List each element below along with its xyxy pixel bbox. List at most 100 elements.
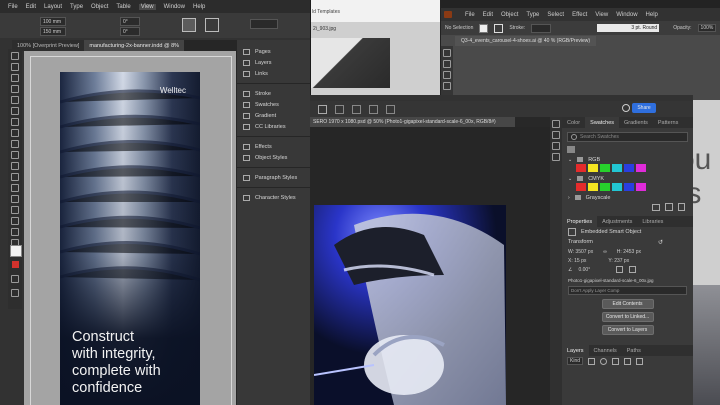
ps-align-center-icon[interactable]	[352, 104, 361, 114]
panel-swatches[interactable]: Swatches	[237, 99, 310, 110]
photoshop-window[interactable]: Share SERO 1970 x 1080.psd @ 50% (Photo1…	[310, 95, 693, 405]
illustrator-doc-tab[interactable]: Q3-4_events_carousel-4-shoes.ai @ 40 % (…	[455, 36, 597, 46]
ai-menu-select[interactable]: Select	[547, 12, 564, 18]
ps-rgb-swatch-blue[interactable]	[624, 164, 634, 172]
ps-tab-gradients[interactable]: Gradients	[619, 117, 653, 128]
ai-stroke-field[interactable]	[531, 23, 552, 33]
panel-pages[interactable]: Pages	[237, 46, 310, 57]
ps-kind-filter[interactable]: Kind	[567, 357, 584, 365]
id-menu-edit[interactable]: Edit	[26, 4, 36, 10]
ai-direct-select-tool-icon[interactable]	[443, 60, 451, 68]
ai-menu-file[interactable]: File	[465, 12, 475, 18]
ps-flip-h-icon[interactable]	[616, 266, 624, 273]
id-x-field-box[interactable]: 100 mm	[40, 17, 66, 26]
id-menu-object[interactable]: Object	[91, 4, 108, 10]
id-line-tool-icon[interactable]	[11, 118, 19, 126]
ps-rgb-swatch-yellow[interactable]	[588, 164, 598, 172]
ps-cmyk-swatch-red[interactable]	[576, 183, 586, 191]
panel-object-styles[interactable]: Object Styles	[237, 152, 310, 163]
panel-paragraph-styles[interactable]: Paragraph Styles	[237, 172, 310, 183]
ai-menu-window[interactable]: Window	[616, 12, 637, 18]
panel-layers[interactable]: Layers	[237, 57, 310, 68]
id-swap-stroke-icon[interactable]	[12, 261, 19, 268]
id-eyedropper-tool-icon[interactable]	[11, 217, 19, 225]
ps-color-icon[interactable]	[552, 131, 560, 139]
ps-tab-color[interactable]: Color	[562, 117, 585, 128]
ai-pen-tool-icon[interactable]	[443, 71, 451, 79]
ps-group-cmyk[interactable]: ⌄ CMYK	[562, 174, 693, 183]
ps-group-rgb[interactable]: ⌄ RGB	[562, 155, 693, 164]
ai-selection-tool-icon[interactable]	[443, 49, 451, 57]
id-type-tool-icon[interactable]	[11, 107, 19, 115]
ps-cmyk-swatch-cyan[interactable]	[612, 183, 622, 191]
ps-swatches-icon[interactable]	[552, 142, 560, 150]
ps-filter-adjust-icon[interactable]	[600, 357, 608, 365]
illustrator-window[interactable]: File Edit Object Type Select Effect View…	[440, 8, 720, 100]
ps-recent-swatch[interactable]	[567, 146, 575, 153]
ps-distribute-icon[interactable]	[386, 104, 395, 114]
ps-swatch-search[interactable]: Search Swatches	[567, 132, 688, 142]
ps-new-swatch-icon[interactable]	[665, 203, 673, 211]
id-menu-table[interactable]: Table	[116, 4, 130, 10]
ps-filter-smart-icon[interactable]	[636, 357, 644, 365]
photoshop-doc-tab[interactable]: SERO 1970 x 1080.psd @ 50% (Photo1-gigap…	[310, 117, 515, 127]
ps-w-field[interactable]: W: 3507 px	[568, 249, 593, 255]
ps-cmyk-swatch-yellow[interactable]	[588, 183, 598, 191]
ps-x-field[interactable]: X: 15 px	[568, 258, 586, 264]
ps-filter-pixel-icon[interactable]	[588, 357, 596, 365]
ps-layer-comp-select[interactable]: Don't Apply Layer Comp	[568, 286, 687, 295]
id-menu-type[interactable]: Type	[70, 4, 83, 10]
id-pen-tool-icon[interactable]	[11, 129, 19, 137]
id-menu-help[interactable]: Help	[193, 4, 205, 10]
ps-tab-properties[interactable]: Properties	[562, 216, 598, 227]
panel-character-styles[interactable]: Character Styles	[237, 192, 310, 203]
id-rectangle-frame-tool-icon[interactable]	[11, 151, 19, 159]
ps-tab-patterns[interactable]: Patterns	[653, 117, 683, 128]
ai-type-tool-icon[interactable]	[443, 82, 451, 90]
ps-delete-swatch-icon[interactable]	[678, 203, 685, 211]
ps-tab-layers[interactable]: Layers	[562, 345, 589, 356]
ps-move-option-icon[interactable]	[318, 104, 327, 114]
id-selection-tool-icon[interactable]	[11, 52, 19, 60]
id-shear-box[interactable]: 0°	[120, 27, 140, 36]
ai-menu-help[interactable]: Help	[646, 12, 658, 18]
id-gradient-tool-icon[interactable]	[11, 195, 19, 203]
welding-photo[interactable]	[314, 205, 506, 405]
ps-convert-linked-button[interactable]: Convert to Linked...	[601, 312, 654, 322]
banner-artwork[interactable]: Welltec Construct with integrity, comple…	[60, 72, 200, 405]
ps-reset-transform-icon[interactable]: ↺	[658, 239, 663, 246]
ai-brush-select[interactable]: 3 pt. Round	[597, 24, 660, 32]
ps-align-left-icon[interactable]	[335, 104, 344, 114]
ai-menu-edit[interactable]: Edit	[483, 12, 493, 18]
id-scissors-tool-icon[interactable]	[11, 173, 19, 181]
id-direct-select-tool-icon[interactable]	[11, 63, 19, 71]
id-menu-window[interactable]: Window	[164, 4, 185, 10]
id-y-field[interactable]: 150 mm	[40, 27, 66, 36]
ps-edit-contents-button[interactable]: Edit Contents	[601, 299, 654, 309]
id-menu-layout[interactable]: Layout	[44, 4, 62, 10]
ps-rgb-swatch-magenta[interactable]	[636, 164, 646, 172]
ps-rgb-swatch-green[interactable]	[600, 164, 610, 172]
ps-cmyk-swatch-magenta[interactable]	[636, 183, 646, 191]
id-doc-tab-banner[interactable]: manufacturing-2x-banner.indd @ 8%	[84, 40, 185, 51]
id-free-transform-tool-icon[interactable]	[11, 184, 19, 192]
ps-tab-libraries[interactable]: Libraries	[637, 216, 668, 227]
id-y-field-box[interactable]: 150 mm	[40, 27, 66, 36]
panel-effects[interactable]: Effects	[237, 141, 310, 152]
panel-gradient[interactable]: Gradient	[237, 110, 310, 121]
id-content-collector-icon[interactable]	[11, 96, 19, 104]
ps-filter-shape-icon[interactable]	[624, 357, 632, 365]
id-stroke-swatch[interactable]	[182, 18, 196, 32]
id-rotation-box[interactable]: 0°	[120, 17, 140, 26]
ai-menu-view[interactable]: View	[595, 12, 608, 18]
ai-menu-type[interactable]: Type	[526, 12, 539, 18]
ai-menu-object[interactable]: Object	[501, 12, 518, 18]
ps-flip-v-icon[interactable]	[629, 266, 637, 273]
id-screen-mode-icon[interactable]	[11, 289, 19, 297]
ps-angle-value[interactable]: 0.00°	[578, 267, 590, 273]
panel-stroke[interactable]: Stroke	[237, 88, 310, 99]
indesign-window[interactable]: File Edit Layout Type Object Table View …	[0, 0, 311, 405]
ai-menu-effect[interactable]: Effect	[572, 12, 587, 18]
ps-cmyk-swatch-blue[interactable]	[624, 183, 634, 191]
id-menu-view[interactable]: View	[138, 3, 156, 10]
